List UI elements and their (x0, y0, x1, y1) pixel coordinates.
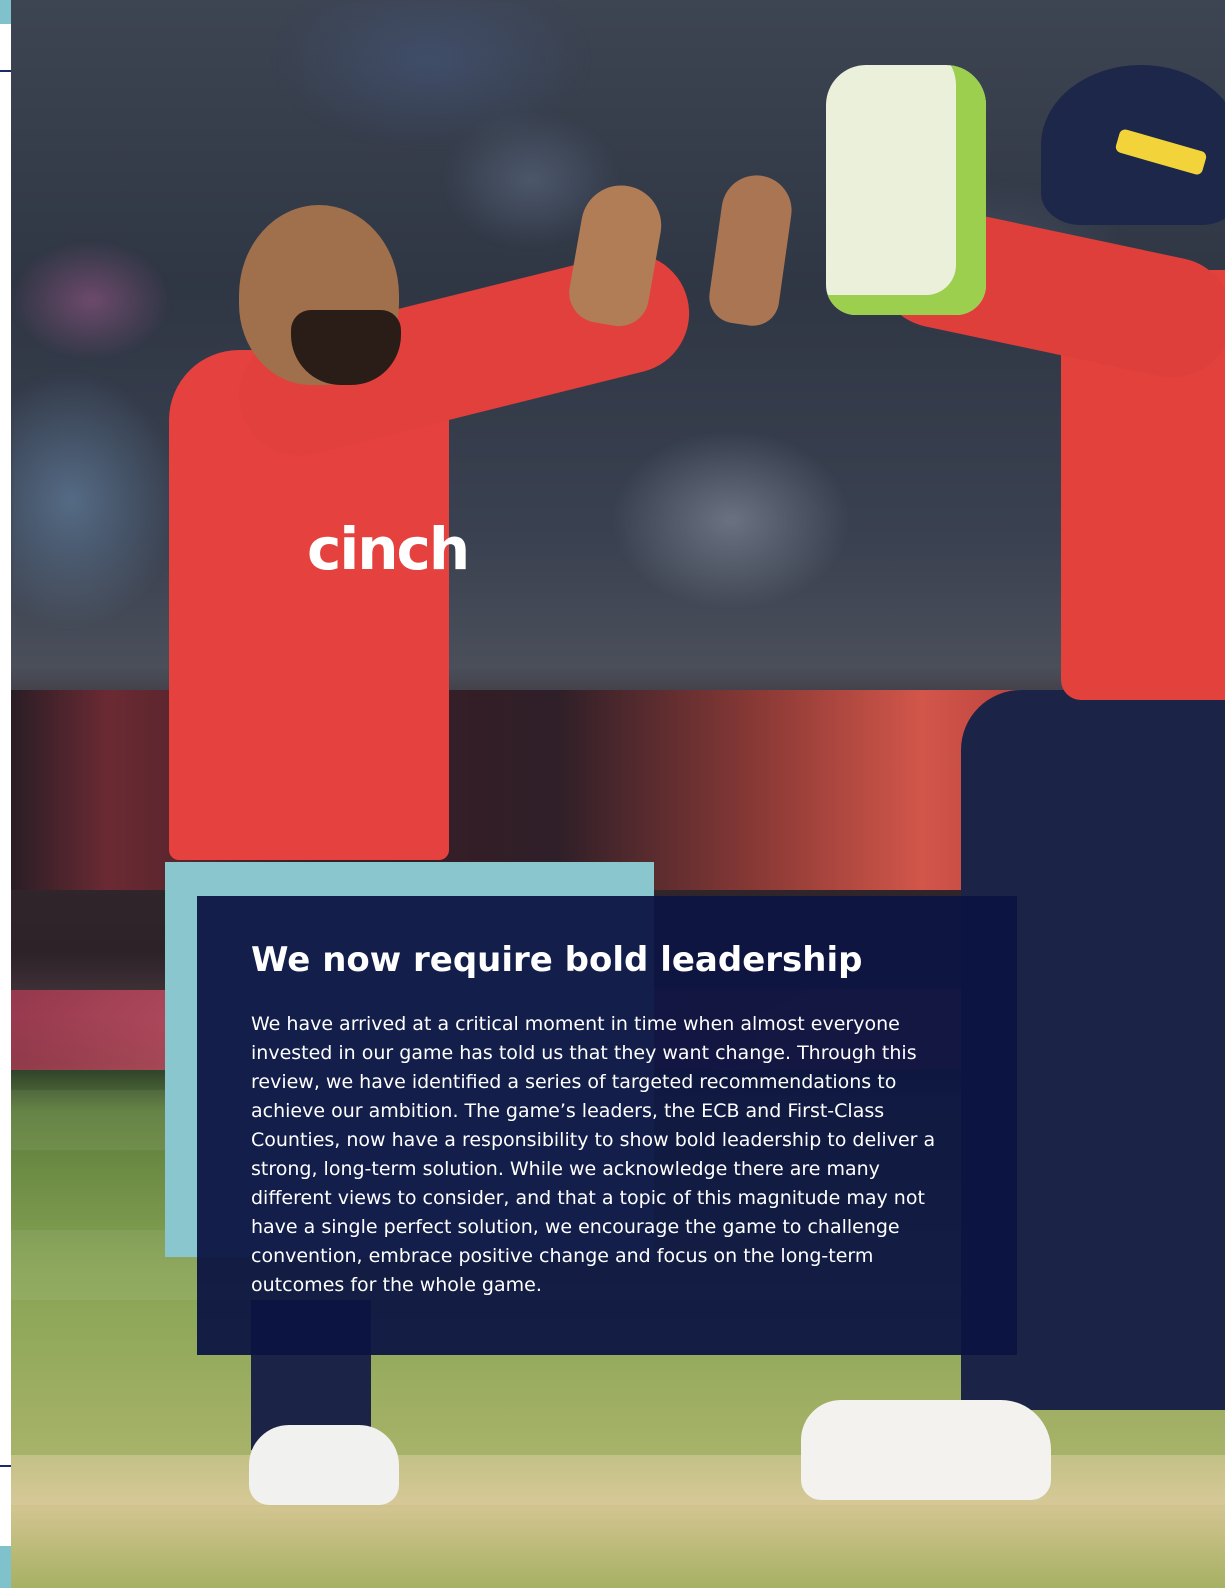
panel-heading: We now require bold leadership (251, 940, 863, 980)
page-gutter (0, 0, 11, 1588)
gutter-accent-top (0, 0, 11, 24)
document-page: cinch We now require bold leadership We … (0, 0, 1225, 1588)
gutter-rule-top (0, 70, 11, 72)
text-panel: We now require bold leadership We have a… (197, 896, 1017, 1355)
panel-body-text: We have arrived at a critical moment in … (251, 1013, 936, 1296)
gutter-rule-bottom (0, 1465, 11, 1467)
wicketkeeping-glove (826, 65, 986, 315)
gutter-accent-bottom (0, 1546, 11, 1588)
shirt-sponsor-logo: cinch (307, 515, 470, 583)
right-player-shoe (801, 1400, 1051, 1500)
left-player-shoe (249, 1425, 399, 1505)
